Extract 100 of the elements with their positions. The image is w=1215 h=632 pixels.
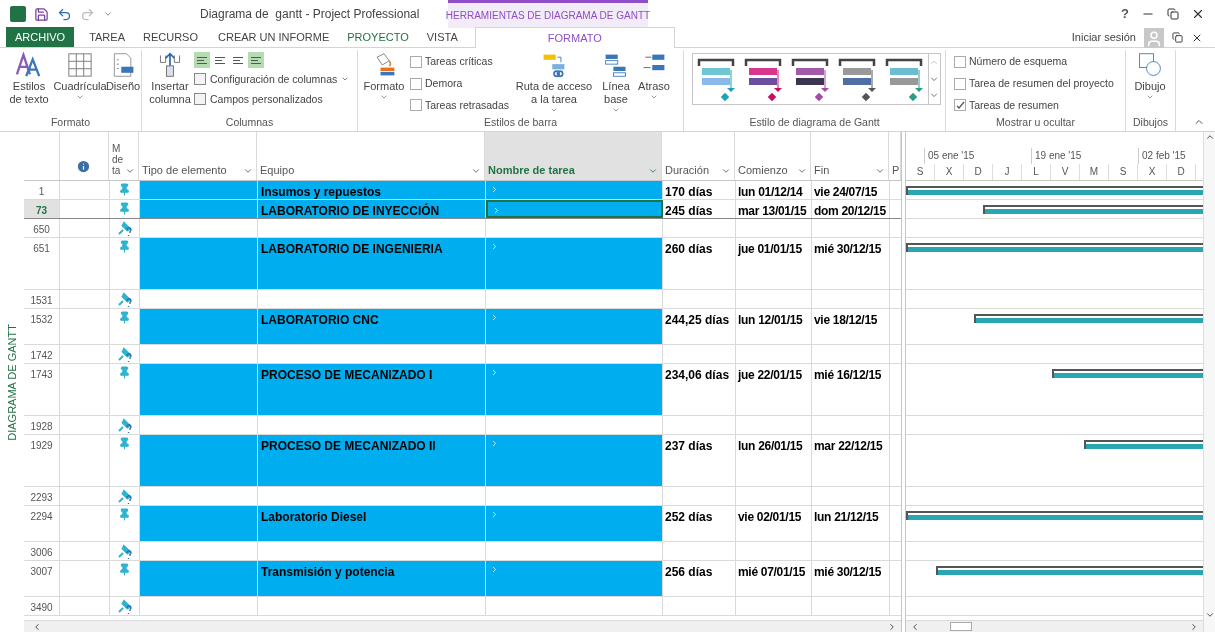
scroll-right-icon[interactable] — [887, 621, 897, 632]
column-header[interactable]: M de ta — [109, 132, 139, 180]
ribbon-button[interactable]: Estilos de texto — [4, 50, 54, 106]
filter-caret-icon[interactable] — [471, 166, 481, 176]
ribbon-menu-button[interactable]: Configuración de columnas — [194, 70, 350, 88]
ribbon-tab[interactable]: ARCHIVO — [6, 27, 75, 47]
row-header[interactable]: 2294 — [24, 506, 60, 541]
summary-bar[interactable] — [906, 243, 1203, 252]
filter-caret-icon[interactable] — [875, 166, 885, 176]
ribbon-button[interactable]: Formato — [362, 50, 406, 101]
ribbon-tab[interactable]: CREAR UN INFORME — [209, 27, 339, 47]
row-header[interactable]: 1929 — [24, 435, 60, 486]
checkbox[interactable] — [410, 77, 422, 90]
ribbon-button[interactable]: Insertar columna — [146, 50, 194, 106]
summary-bar[interactable] — [974, 314, 1203, 323]
expand-icon[interactable] — [490, 565, 499, 574]
row-header[interactable]: 3490 — [24, 597, 60, 615]
pin-icon — [118, 437, 131, 450]
row-header[interactable]: 1743 — [24, 364, 60, 415]
ribbon-button[interactable]: Cuadrícula — [54, 50, 106, 101]
grid-icon — [67, 52, 93, 78]
filter-caret-icon[interactable] — [243, 166, 253, 176]
summary-bar[interactable] — [906, 186, 1203, 195]
column-header[interactable]: Tipo de elemento — [139, 132, 257, 180]
customize-icon[interactable] — [103, 9, 113, 19]
restore-icon[interactable] — [1172, 32, 1183, 43]
expand-icon[interactable] — [490, 368, 499, 377]
checkbox[interactable] — [954, 55, 966, 68]
filter-caret-icon[interactable] — [125, 166, 135, 176]
column-header[interactable]: Duración — [662, 132, 735, 180]
sign-in-link[interactable]: Iniciar sesión — [1071, 29, 1136, 46]
column-header[interactable]: Fin — [811, 132, 889, 180]
column-header[interactable]: P — [889, 132, 901, 180]
ribbon-menu-button[interactable]: Campos personalizados — [194, 90, 350, 108]
column-header[interactable]: Comienzo — [735, 132, 811, 180]
save-icon[interactable] — [34, 6, 49, 22]
ribbon-button[interactable]: Ruta de acceso a la tarea — [510, 50, 598, 114]
filter-caret-icon[interactable] — [797, 166, 807, 176]
column-header[interactable]: Nombre de tarea — [485, 132, 662, 180]
restore-icon[interactable] — [1167, 8, 1179, 20]
gantt-style-thumbnail[interactable] — [743, 56, 784, 102]
row-header[interactable]: 1928 — [24, 416, 60, 434]
pin-question-icon — [116, 418, 133, 433]
summary-bar[interactable] — [906, 511, 1203, 520]
table-cell: mié 30/12/15 — [812, 238, 890, 289]
scroll-left-icon[interactable] — [32, 621, 42, 632]
redo-icon[interactable] — [80, 6, 95, 22]
ribbon-tab[interactable]: VISTA — [417, 27, 467, 47]
row-header[interactable]: 2293 — [24, 487, 60, 505]
row-header[interactable]: 650 — [24, 219, 60, 237]
expand-icon[interactable] — [490, 439, 499, 448]
row-header[interactable]: 1532 — [24, 309, 60, 344]
checkbox[interactable] — [954, 77, 966, 90]
row-header[interactable]: 1 — [24, 181, 60, 199]
expand-icon[interactable] — [492, 206, 501, 215]
table-cell[interactable] — [486, 200, 663, 218]
gantt-style-thumbnail[interactable] — [696, 56, 737, 102]
checkbox[interactable] — [410, 55, 422, 68]
scroll-right-icon[interactable] — [1189, 621, 1199, 632]
gantt-style-thumbnail[interactable] — [884, 56, 925, 102]
scroll-up-icon[interactable] — [1204, 132, 1215, 142]
ribbon-tab[interactable]: TAREA — [80, 27, 134, 47]
ribbon-tab[interactable]: PROYECTO — [338, 27, 418, 47]
ribbon-button[interactable]: Atraso — [634, 50, 674, 101]
undo-icon[interactable] — [57, 6, 72, 22]
help-button[interactable]: ? — [1121, 4, 1129, 24]
checkbox[interactable] — [954, 99, 966, 112]
summary-bar[interactable] — [1084, 440, 1203, 449]
expand-icon[interactable] — [490, 510, 499, 519]
gantt-style-thumbnail[interactable] — [790, 56, 831, 102]
summary-bar[interactable] — [1051, 369, 1203, 378]
ribbon-tab[interactable]: FORMATO — [474, 27, 675, 48]
summary-bar[interactable] — [935, 566, 1203, 575]
gantt-style-gallery[interactable] — [692, 53, 941, 105]
checkbox[interactable] — [410, 99, 422, 112]
row-header[interactable]: 3007 — [24, 561, 60, 596]
ribbon-button[interactable]: Dibujo — [1130, 50, 1170, 101]
scroll-left-icon[interactable] — [910, 621, 920, 632]
ribbon-tab[interactable]: RECURSO — [134, 27, 207, 47]
ribbon-button[interactable]: Diseño — [106, 50, 140, 93]
ribbon-button[interactable]: Línea base — [598, 50, 634, 114]
gantt-style-thumbnail[interactable] — [837, 56, 878, 102]
scroll-down-icon[interactable] — [1204, 610, 1215, 620]
expand-icon[interactable] — [490, 242, 499, 251]
expand-icon[interactable] — [490, 185, 499, 194]
expand-icon[interactable] — [490, 313, 499, 322]
scrollbar-thumb[interactable] — [950, 622, 972, 631]
table-cell: Laboratorio Diesel — [258, 506, 486, 541]
filter-caret-icon[interactable] — [721, 166, 731, 176]
row-header[interactable]: 3006 — [24, 542, 60, 560]
row-header[interactable]: 73 — [24, 200, 60, 218]
row-header[interactable]: 1531 — [24, 290, 60, 308]
row-header[interactable]: 1742 — [24, 345, 60, 363]
align-button[interactable] — [248, 52, 264, 68]
row-header[interactable]: 651 — [24, 238, 60, 289]
close-icon[interactable] — [1191, 7, 1205, 21]
align-button[interactable] — [194, 52, 210, 68]
filter-caret-icon[interactable] — [648, 166, 658, 176]
summary-bar[interactable] — [983, 205, 1203, 214]
pin-icon — [118, 202, 131, 215]
